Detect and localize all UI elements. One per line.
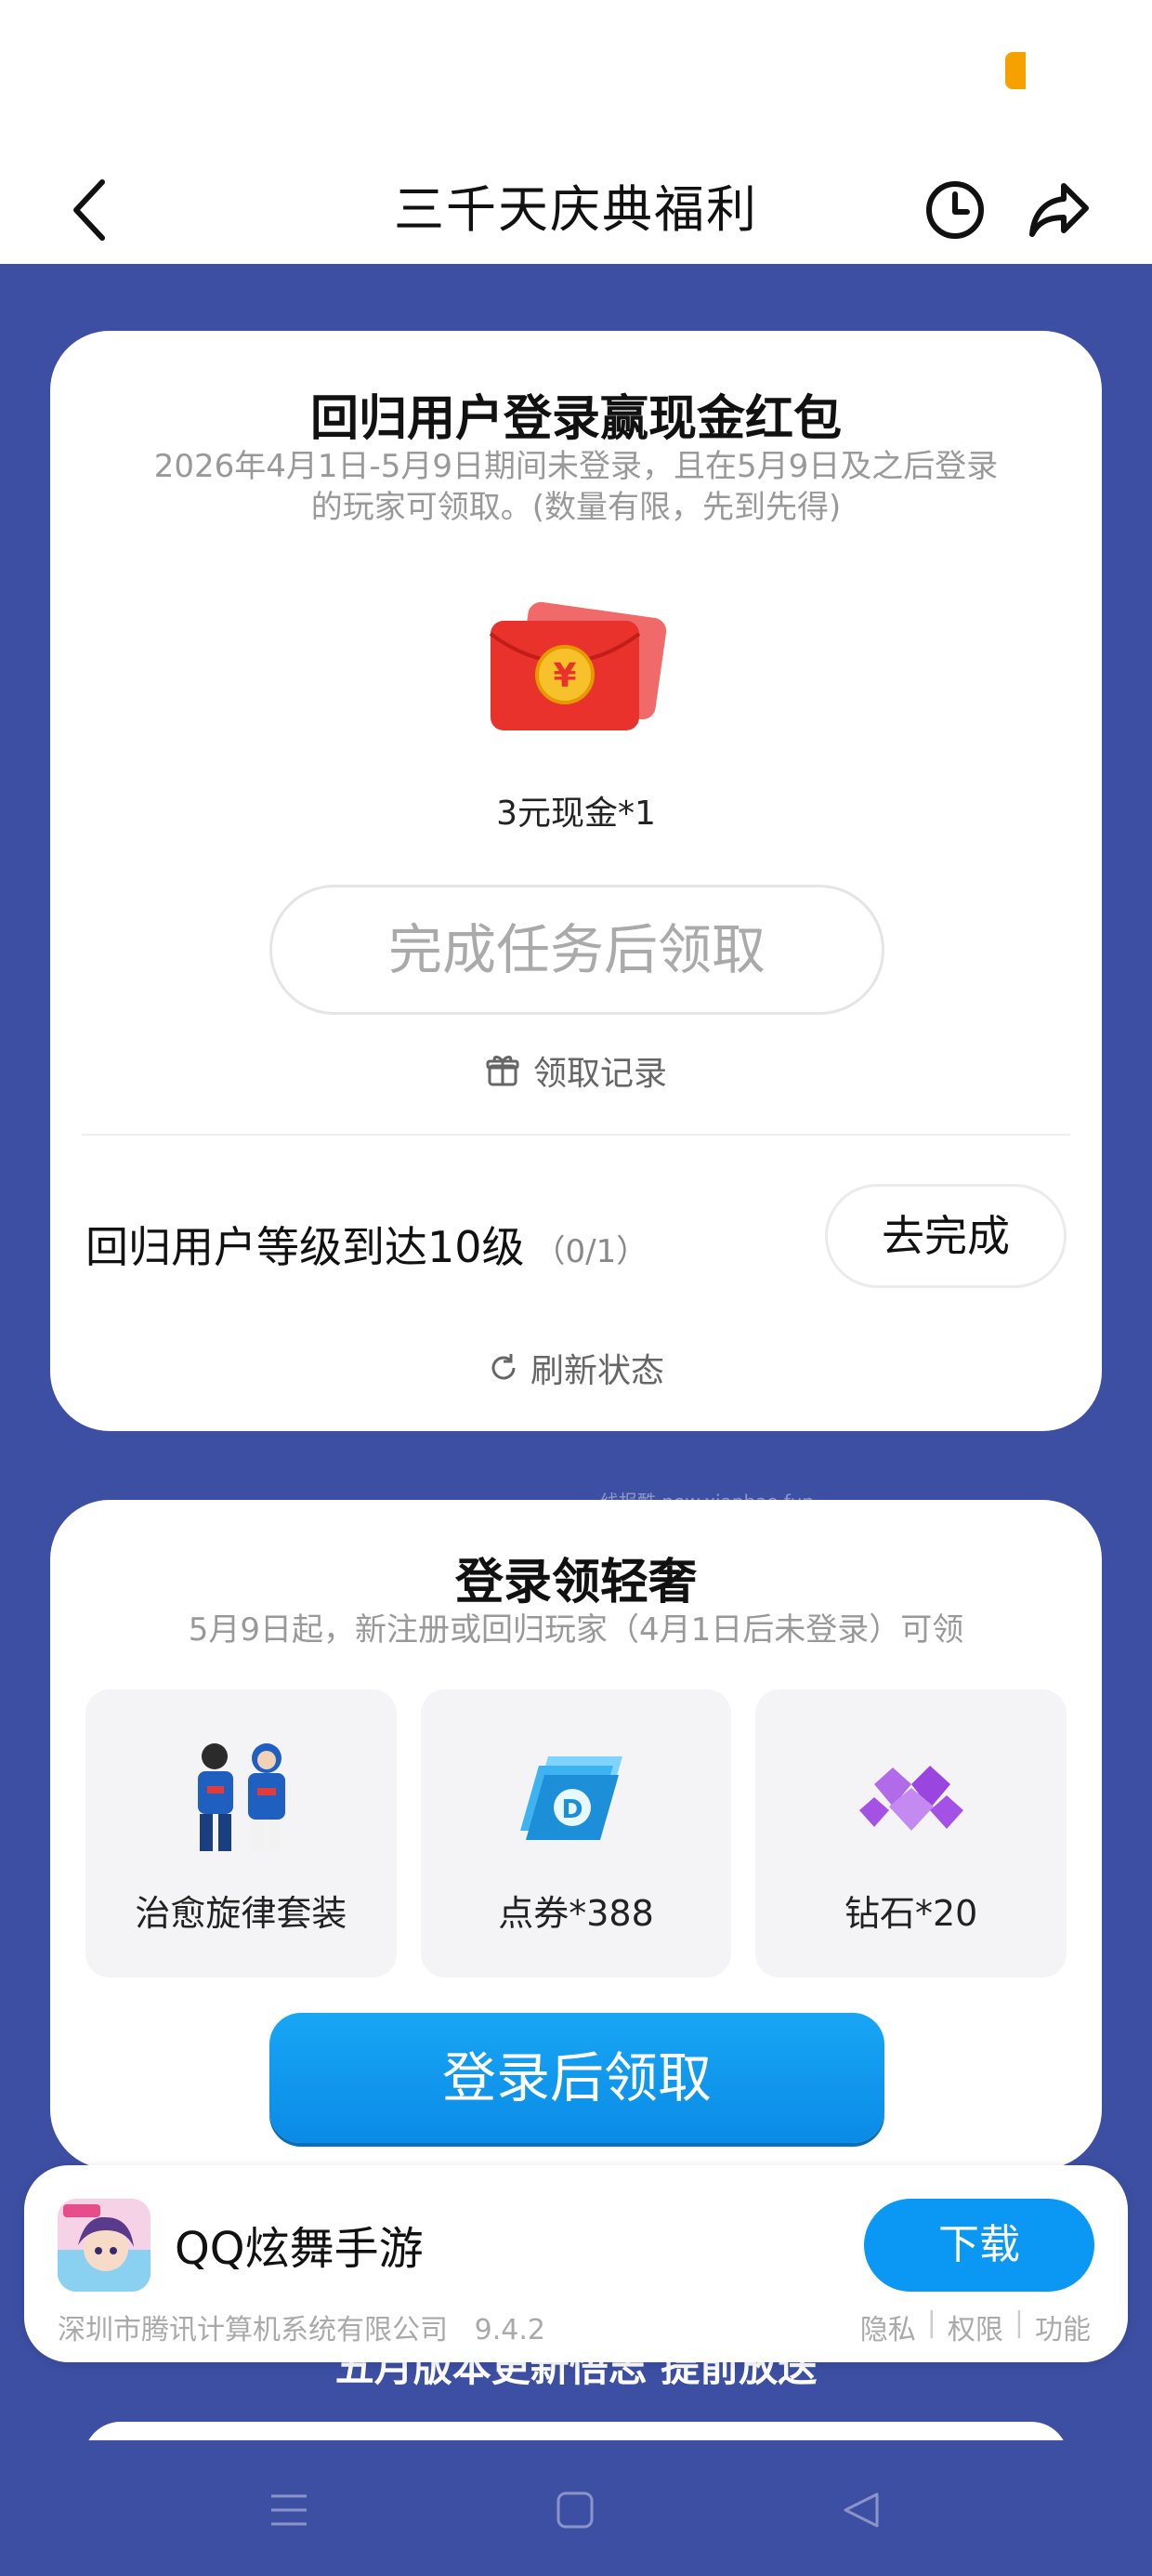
diamonds-icon xyxy=(858,1766,963,1831)
menu-icon xyxy=(271,2494,307,2526)
menu-nav-button[interactable] xyxy=(256,2477,321,2543)
app-name: QQ炫舞手游 xyxy=(175,2223,424,2275)
header: 三千天庆典福利 xyxy=(0,156,1152,264)
card-subtitle-line2: 的玩家可领取。(数量有限，先到先得) xyxy=(310,489,842,526)
features-link[interactable]: 功能 xyxy=(1035,2307,1091,2347)
system-nav-bar xyxy=(0,2440,1152,2576)
clock-icon xyxy=(926,181,984,239)
app-version: 9.4.2 xyxy=(474,2314,545,2346)
status-indicator xyxy=(1005,52,1026,89)
reward-label: 钻石*20 xyxy=(844,1893,978,1934)
outfit-couple-icon xyxy=(198,1743,286,1851)
app-links: 隐私 | 权限 | 功能 xyxy=(860,2307,1091,2347)
coupon-stack-icon: D xyxy=(520,1756,622,1840)
card-subtitle-line1: 2026年4月1日-5月9日期间未登录，且在5月9日及之后登录 xyxy=(153,448,999,485)
login-reward-card: 登录领轻奢 5月9日起，新注册或回归玩家（4月1日后未登录）可领 治愈旋律套装 xyxy=(50,1500,1102,2169)
task-row: 回归用户等级到达10级 （0/1） xyxy=(85,1214,648,1275)
page-title: 三千天庆典福利 xyxy=(394,180,758,239)
svg-text:D: D xyxy=(561,1794,583,1824)
download-button[interactable]: 下载 xyxy=(864,2199,1094,2292)
chevron-left-icon xyxy=(73,179,105,241)
separator: | xyxy=(1014,2307,1024,2339)
app-meta: 深圳市腾讯计算机系统有限公司 9.4.2 xyxy=(58,2307,545,2347)
app-icon xyxy=(58,2199,151,2292)
reward-tile: 钻石*20 xyxy=(755,1689,1067,1978)
divider xyxy=(82,1134,1070,1136)
developer-name: 深圳市腾讯计算机系统有限公司 xyxy=(58,2314,448,2346)
card-title: 回归用户登录赢现金红包 xyxy=(309,391,842,447)
separator: | xyxy=(926,2307,936,2339)
task-progress: （0/1） xyxy=(533,1233,648,1270)
reward-label: 3元现金*1 xyxy=(496,795,656,833)
back-nav-button[interactable] xyxy=(829,2477,894,2543)
reward-tiles: 治愈旋律套装 D 点券*388 钻石*20 xyxy=(85,1689,1067,1978)
red-packet-icon: ¥ xyxy=(489,601,667,730)
refresh-icon xyxy=(491,1354,516,1380)
home-nav-button[interactable] xyxy=(543,2477,608,2543)
refresh-label: 刷新状态 xyxy=(530,1352,664,1390)
back-button[interactable] xyxy=(56,177,123,243)
go-complete-button[interactable]: 去完成 xyxy=(825,1184,1067,1288)
svg-text:¥: ¥ xyxy=(553,657,576,695)
claim-records-link[interactable]: 领取记录 xyxy=(50,1046,1102,1095)
status-bar xyxy=(0,0,1152,156)
permissions-link[interactable]: 权限 xyxy=(948,2307,1003,2347)
reward-tile: D 点券*388 xyxy=(420,1689,732,1978)
reward-tile: 治愈旋律套装 xyxy=(85,1689,397,1978)
return-user-card: 回归用户登录赢现金红包 2026年4月1日-5月9日期间未登录，且在5月9日及之… xyxy=(50,331,1102,1431)
app-download-banner[interactable]: QQ炫舞手游 下载 深圳市腾讯计算机系统有限公司 9.4.2 隐私 | 权限 |… xyxy=(24,2165,1128,2362)
reward-label: 点券*388 xyxy=(498,1893,654,1934)
task-label: 回归用户等级到达10级 xyxy=(85,1222,525,1272)
history-button[interactable] xyxy=(922,177,988,243)
triangle-back-icon xyxy=(844,2492,879,2528)
refresh-status-link[interactable]: 刷新状态 xyxy=(50,1344,1102,1392)
share-arrow-icon xyxy=(1029,183,1089,237)
card-title: 登录领轻奢 xyxy=(454,1555,697,1610)
square-icon xyxy=(556,2491,594,2529)
reward-label: 治愈旋律套装 xyxy=(135,1893,347,1934)
login-claim-button[interactable]: 登录后领取 xyxy=(269,2013,884,2143)
claim-after-task-button[interactable]: 完成任务后领取 xyxy=(269,885,884,1015)
privacy-link[interactable]: 隐私 xyxy=(860,2307,916,2347)
card-subtitle: 5月9日起，新注册或回归玩家（4月1日后未登录）可领 xyxy=(188,1611,964,1649)
gift-icon xyxy=(486,1056,519,1086)
share-button[interactable] xyxy=(1026,177,1093,243)
records-label: 领取记录 xyxy=(532,1055,667,1093)
